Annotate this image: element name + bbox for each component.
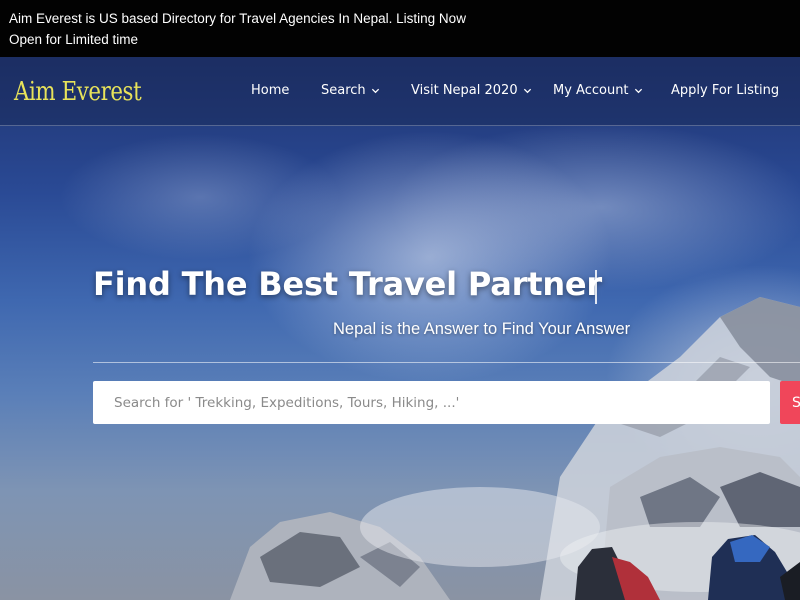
nav-visit-nepal[interactable]: Visit Nepal 2020 bbox=[411, 83, 532, 98]
hero-subtitle: Nepal is the Answer to Find Your Answer bbox=[333, 320, 631, 338]
nav-apply-listing-label: Apply For Listing bbox=[671, 83, 780, 98]
site-logo[interactable]: Aim Everest bbox=[14, 77, 142, 107]
hero-section: Aim Everest Home Search Visit Nepal 2020… bbox=[0, 57, 800, 600]
main-navbar: Aim Everest Home Search Visit Nepal 2020… bbox=[0, 57, 800, 126]
nav-apply-listing[interactable]: Apply For Listing bbox=[671, 83, 779, 98]
chevron-down-icon bbox=[523, 88, 531, 94]
nav-visit-nepal-label: Visit Nepal 2020 bbox=[411, 83, 518, 98]
announcement-line-1: Aim Everest is US based Directory for Tr… bbox=[9, 11, 466, 26]
nav-home-label: Home bbox=[251, 83, 290, 98]
nav-my-account-label: My Account bbox=[553, 83, 629, 98]
nav-search[interactable]: Search bbox=[321, 83, 380, 98]
chevron-down-icon bbox=[371, 88, 379, 94]
search-input[interactable] bbox=[93, 381, 770, 424]
nav-home[interactable]: Home bbox=[251, 83, 289, 98]
search-button[interactable]: Search bbox=[780, 381, 800, 424]
announcement-bar: Aim Everest is US based Directory for Tr… bbox=[0, 0, 800, 57]
hero-divider bbox=[93, 362, 800, 363]
hero-title: Find The Best Travel Partner bbox=[93, 265, 602, 303]
typing-caret bbox=[595, 270, 597, 304]
nav-search-label: Search bbox=[321, 83, 366, 98]
announcement-line-2: Open for Limited time bbox=[9, 32, 139, 47]
chevron-down-icon bbox=[634, 88, 642, 94]
nav-my-account[interactable]: My Account bbox=[553, 83, 643, 98]
